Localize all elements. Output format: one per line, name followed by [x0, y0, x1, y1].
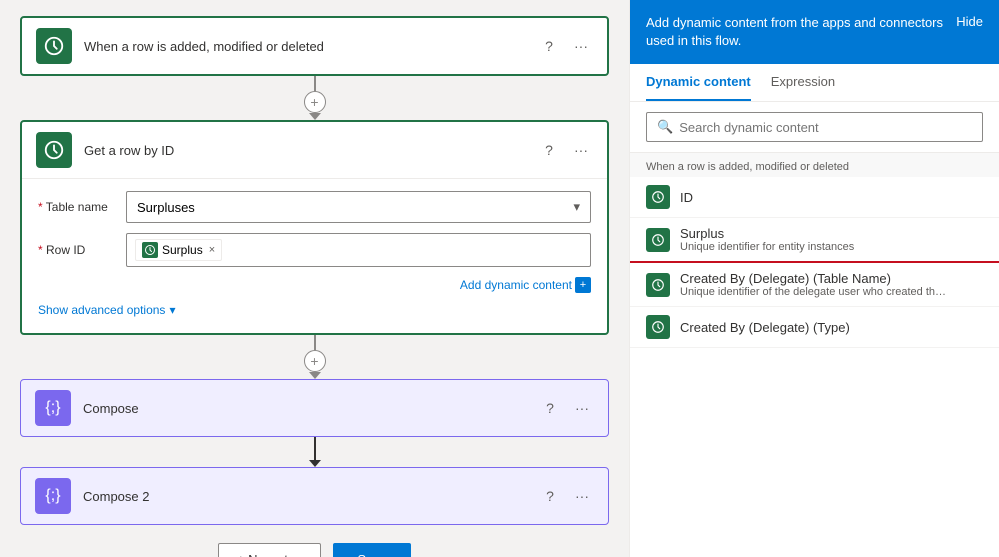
panel-item-created-by-delegate-table[interactable]: Created By (Delegate) (Table Name) Uniqu… — [630, 263, 999, 307]
compose2-title: Compose 2 — [83, 489, 538, 504]
row-id-tag: Surplus × — [135, 239, 222, 261]
compose-card: {;} Compose ? ··· — [20, 379, 609, 437]
panel-hide-button[interactable]: Hide — [956, 14, 983, 29]
get-row-title: Get a row by ID — [84, 143, 537, 158]
panel-item-surplus-title: Surplus — [680, 226, 983, 241]
compose2-help-button[interactable]: ? — [538, 484, 562, 508]
show-advanced-button[interactable]: Show advanced options ▾ — [38, 299, 175, 321]
table-name-label: * Table name — [38, 200, 118, 214]
panel-item-delegate-table-content: Created By (Delegate) (Table Name) Uniqu… — [680, 271, 983, 298]
get-row-actions: ? ··· — [537, 138, 593, 162]
panel-item-id[interactable]: ID — [630, 177, 999, 218]
connector-line-3 — [314, 437, 316, 460]
connector-line-1 — [314, 76, 316, 91]
panel-item-surplus-content: Surplus Unique identifier for entity ins… — [680, 226, 983, 253]
get-row-icon — [36, 132, 72, 168]
panel-item-delegate-table-title: Created By (Delegate) (Table Name) — [680, 271, 983, 286]
connector-2: + — [20, 335, 609, 379]
new-step-button[interactable]: + New step — [218, 543, 321, 557]
connector-arrow-1 — [309, 113, 321, 120]
table-name-row: * Table name Surpluses ▾ — [38, 191, 591, 223]
panel-item-id-title: ID — [680, 190, 983, 205]
add-dynamic-button[interactable]: Add dynamic content + — [460, 277, 591, 293]
trigger-icon — [36, 28, 72, 64]
search-icon: 🔍 — [657, 119, 673, 135]
row-id-label: * Row ID — [38, 243, 118, 257]
compose2-actions: ? ··· — [538, 484, 594, 508]
tab-dynamic-content[interactable]: Dynamic content — [646, 64, 751, 101]
compose2-card: {;} Compose 2 ? ··· — [20, 467, 609, 525]
add-step-button-2[interactable]: + — [304, 350, 326, 372]
get-row-more-button[interactable]: ··· — [569, 138, 593, 162]
table-name-input[interactable]: Surpluses ▾ — [126, 191, 591, 223]
compose-icon: {;} — [35, 390, 71, 426]
compose-more-button[interactable]: ··· — [570, 396, 594, 420]
panel-item-delegate-type-title: Created By (Delegate) (Type) — [680, 320, 983, 335]
panel-item-delegate-table-desc: Unique identifier of the delegate user w… — [680, 286, 950, 298]
compose2-icon: {;} — [35, 478, 71, 514]
compose-title: Compose — [83, 401, 538, 416]
compose2-more-button[interactable]: ··· — [570, 484, 594, 508]
table-name-chevron: ▾ — [573, 199, 580, 215]
panel-header: Add dynamic content from the apps and co… — [630, 0, 999, 64]
add-dynamic-row: Add dynamic content + — [38, 277, 591, 293]
compose-help-button[interactable]: ? — [538, 396, 562, 420]
tag-icon — [142, 242, 158, 258]
table-name-value: Surpluses — [137, 200, 195, 215]
connector-3 — [20, 437, 609, 467]
search-box: 🔍 — [646, 112, 983, 142]
trigger-card: When a row is added, modified or deleted… — [20, 16, 609, 76]
tag-label: Surplus — [162, 243, 203, 257]
add-step-button-1[interactable]: + — [304, 91, 326, 113]
compose-actions: ? ··· — [538, 396, 594, 420]
dynamic-content-panel: Add dynamic content from the apps and co… — [629, 0, 999, 557]
panel-item-id-content: ID — [680, 190, 983, 205]
panel-item-surplus[interactable]: Surplus Unique identifier for entity ins… — [630, 218, 999, 263]
panel-tabs: Dynamic content Expression — [630, 64, 999, 102]
connector-1: + — [20, 76, 609, 120]
panel-item-id-icon — [646, 185, 670, 209]
chevron-down-icon: ▾ — [169, 303, 175, 317]
flow-canvas: When a row is added, modified or deleted… — [0, 0, 629, 557]
trigger-title: When a row is added, modified or deleted — [84, 39, 537, 54]
save-button[interactable]: Save — [333, 543, 411, 557]
panel-item-delegate-type-icon — [646, 315, 670, 339]
trigger-help-button[interactable]: ? — [537, 34, 561, 58]
tag-close-button[interactable]: × — [209, 244, 215, 256]
connector-line-2 — [314, 335, 316, 350]
connector-arrow-3 — [309, 460, 321, 467]
row-id-input[interactable]: Surplus × — [126, 233, 591, 267]
trigger-actions: ? ··· — [537, 34, 593, 58]
bottom-actions: + New step Save — [20, 543, 609, 557]
get-row-header: Get a row by ID ? ··· — [22, 122, 607, 179]
panel-search-area: 🔍 — [630, 102, 999, 153]
get-row-card: Get a row by ID ? ··· * Table name Surpl… — [20, 120, 609, 335]
panel-item-delegate-table-icon — [646, 273, 670, 297]
row-id-row: * Row ID Surplus × — [38, 233, 591, 267]
get-row-body: * Table name Surpluses ▾ * Row ID — [22, 179, 607, 333]
connector-arrow-2 — [309, 372, 321, 379]
panel-item-surplus-icon — [646, 228, 670, 252]
panel-items-list: ID Surplus Unique identifier for entity … — [630, 177, 999, 557]
add-dynamic-icon: + — [575, 277, 591, 293]
get-row-help-button[interactable]: ? — [537, 138, 561, 162]
panel-section-label: When a row is added, modified or deleted — [630, 153, 999, 177]
trigger-more-button[interactable]: ··· — [569, 34, 593, 58]
panel-item-created-by-delegate-type[interactable]: Created By (Delegate) (Type) — [630, 307, 999, 348]
tab-expression[interactable]: Expression — [771, 64, 835, 101]
panel-item-surplus-desc: Unique identifier for entity instances — [680, 241, 950, 253]
search-input[interactable] — [679, 120, 972, 135]
panel-item-delegate-type-content: Created By (Delegate) (Type) — [680, 320, 983, 335]
panel-header-text: Add dynamic content from the apps and co… — [646, 14, 956, 50]
